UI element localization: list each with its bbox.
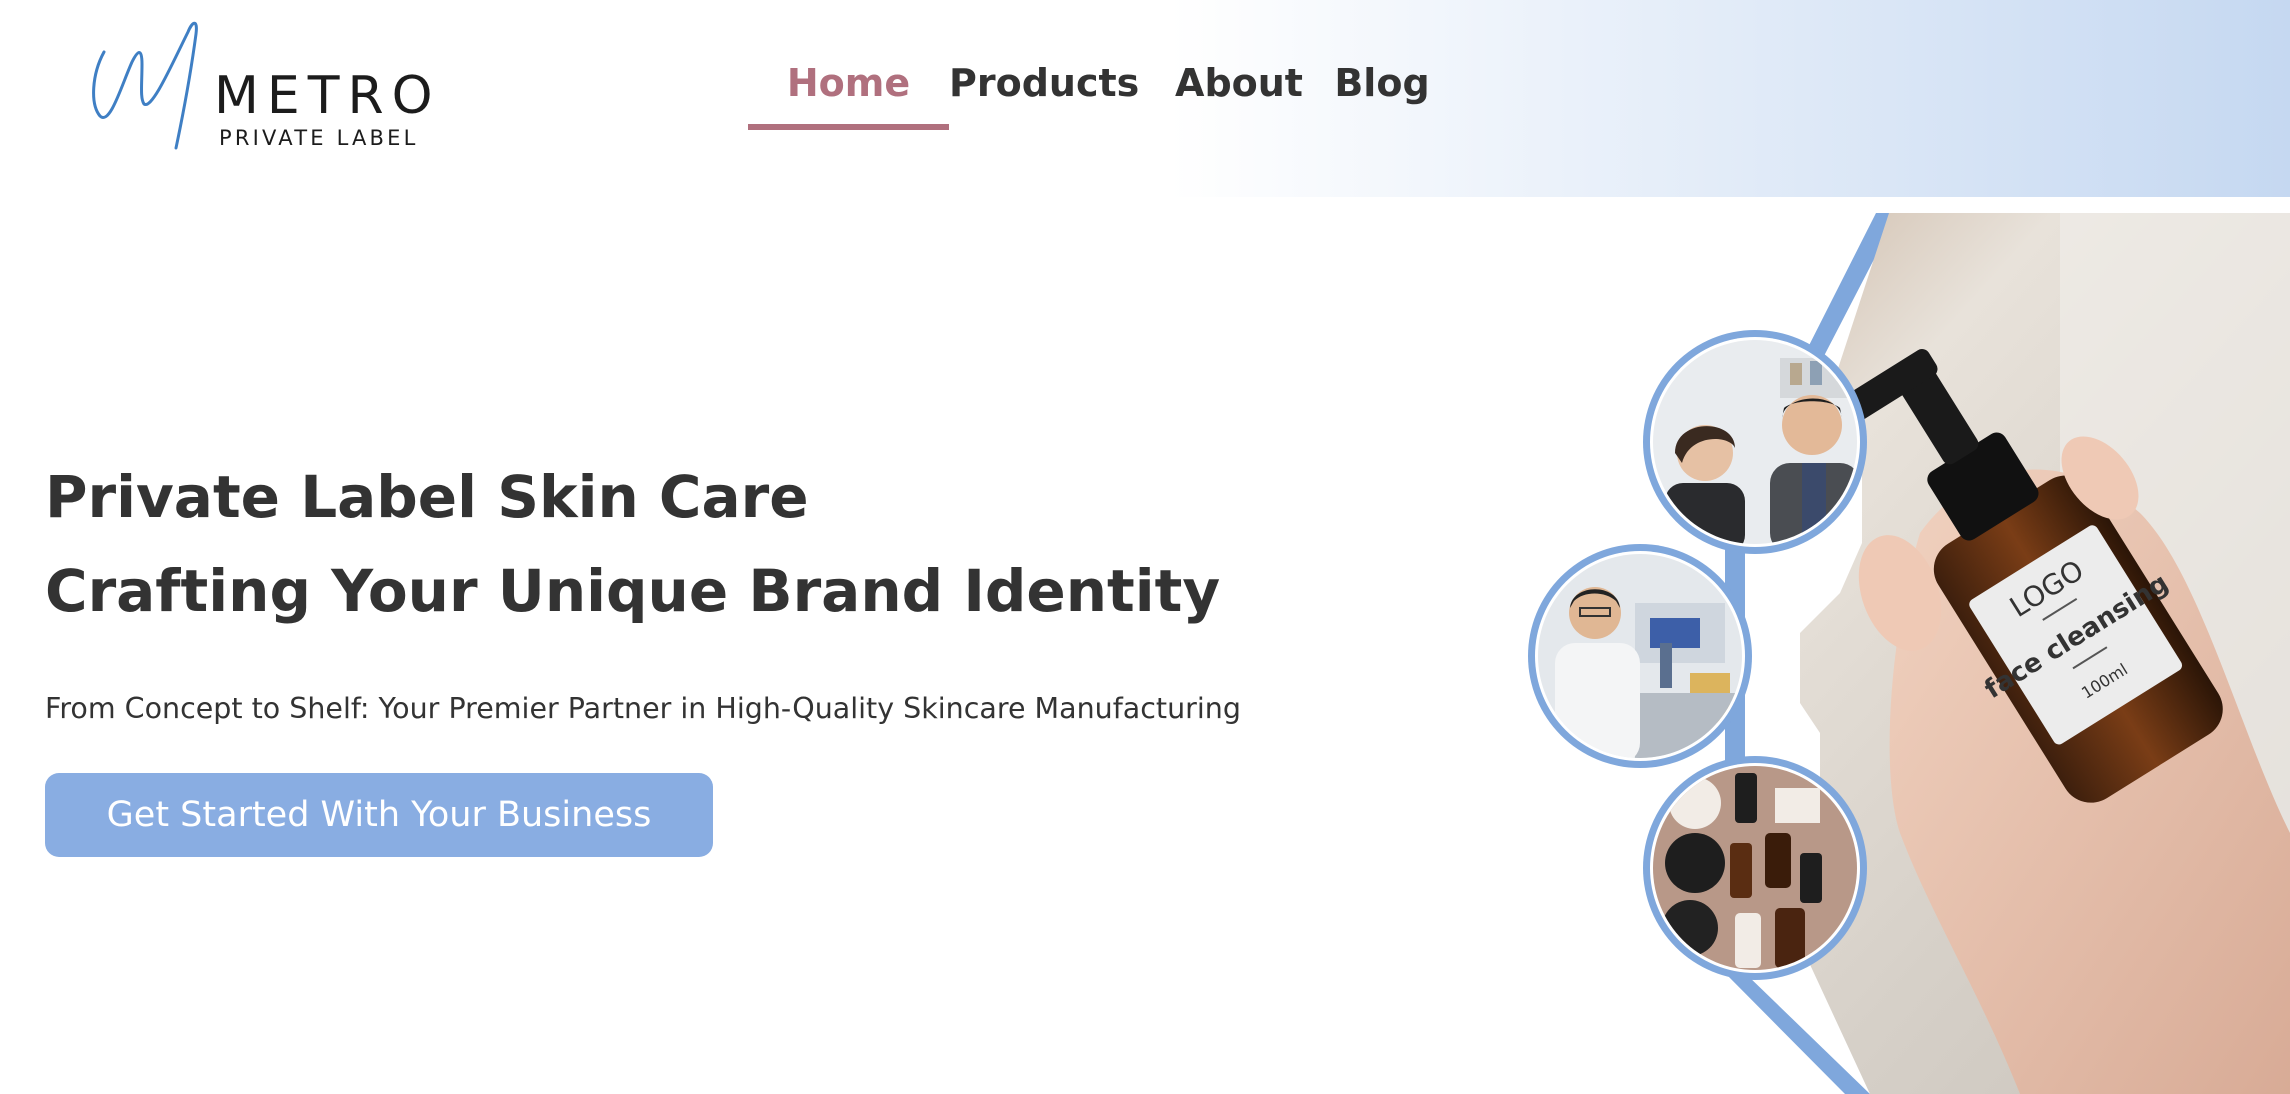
- nav-about[interactable]: About: [1155, 56, 1323, 130]
- hero-heading-line-1: Private Label Skin Care: [45, 463, 809, 531]
- hero-heading-line-2: Crafting Your Unique Brand Identity: [45, 557, 1221, 625]
- nav-home[interactable]: Home: [748, 56, 949, 130]
- script-m-logo-icon: [92, 21, 198, 150]
- hero-subtitle: From Concept to Shelf: Your Premier Part…: [45, 692, 1241, 725]
- nav-products[interactable]: Products: [949, 56, 1139, 130]
- metro-logo[interactable]: METRO PRIVATE LABEL: [88, 14, 448, 154]
- logo-tagline: PRIVATE LABEL: [219, 126, 419, 150]
- nav-blog[interactable]: Blog: [1323, 56, 1441, 130]
- logo-name: METRO: [214, 66, 441, 126]
- main-nav: Home Products About Blog: [748, 56, 1441, 130]
- hero-imagery: LOGO face cleansing 100ml: [1528, 213, 2290, 1094]
- get-started-button[interactable]: Get Started With Your Business: [45, 773, 713, 857]
- site-header: METRO PRIVATE LABEL Home Products About …: [0, 0, 2290, 197]
